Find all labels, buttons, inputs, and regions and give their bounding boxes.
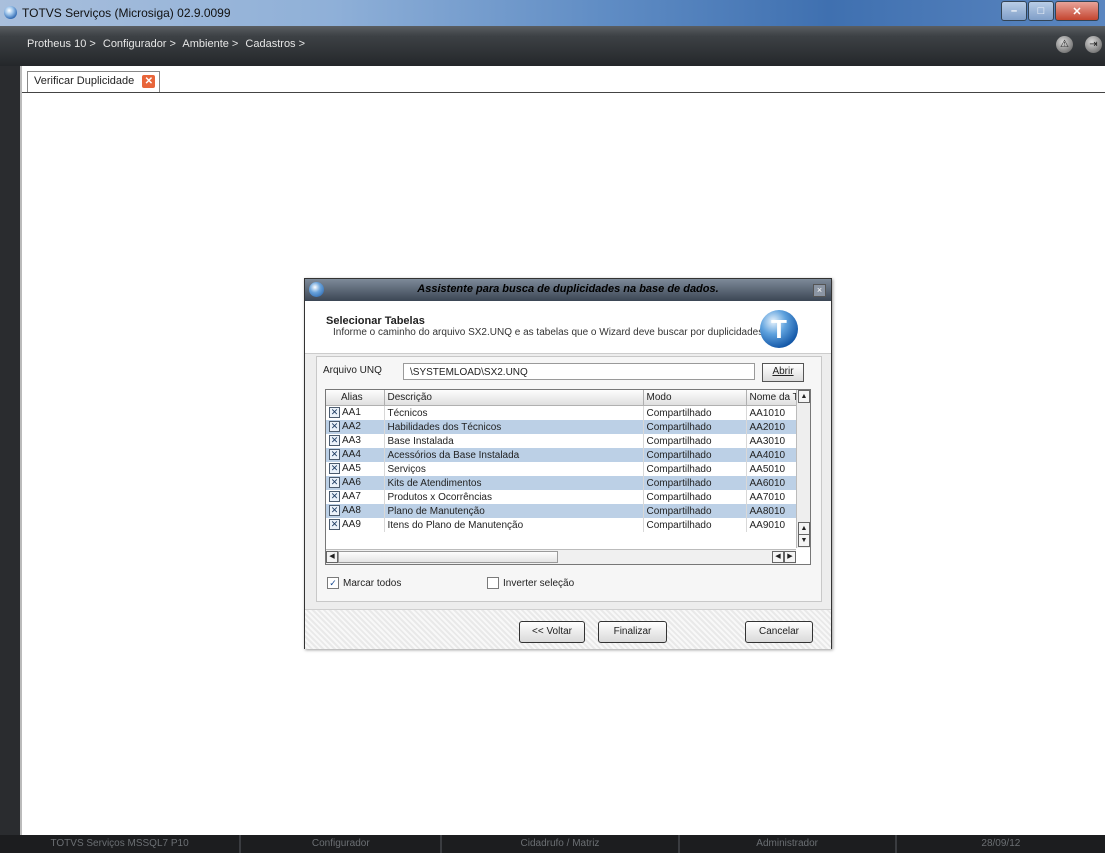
- dialog-footer: << Voltar Finalizar Cancelar: [305, 609, 831, 649]
- row-checkbox[interactable]: ✕: [329, 491, 340, 503]
- table-row[interactable]: ✕ AA5 Serviços Compartilhado AA5010: [326, 462, 797, 476]
- status-user: Administrador: [680, 835, 897, 853]
- tab-label: Verificar Duplicidade: [34, 75, 135, 87]
- row-checkbox[interactable]: ✕: [329, 519, 340, 531]
- arquivo-unq-input[interactable]: \SYSTEMLOAD\SX2.UNQ: [403, 363, 755, 380]
- horizontal-scroll-thumb[interactable]: [338, 551, 558, 563]
- maximize-button[interactable]: □: [1028, 1, 1054, 21]
- row-checkbox[interactable]: ✕: [329, 505, 340, 517]
- cancelar-button[interactable]: Cancelar: [745, 621, 813, 643]
- column-header-descricao[interactable]: Descrição: [384, 390, 644, 406]
- marcar-todos-option[interactable]: ✓ Marcar todos: [327, 577, 401, 589]
- row-checkbox[interactable]: ✕: [329, 407, 340, 419]
- inverter-selecao-label: Inverter seleção: [503, 577, 575, 589]
- left-panel-strip: [0, 66, 20, 835]
- inverter-selecao-checkbox[interactable]: [487, 577, 499, 589]
- dialog-title: Assistente para busca de duplicidades na…: [417, 283, 719, 295]
- column-header-alias[interactable]: Alias: [326, 390, 385, 406]
- step-description: Informe o caminho do arquivo SX2.UNQ e a…: [333, 327, 767, 338]
- row-checkbox[interactable]: ✕: [329, 421, 340, 433]
- breadcrumb-configurador[interactable]: Configurador >: [103, 38, 176, 50]
- vertical-scrollbar[interactable]: ▲ ▲ ▼: [796, 390, 810, 548]
- status-date: 28/09/12: [981, 838, 1021, 849]
- alert-icon[interactable]: ⚠: [1056, 36, 1073, 53]
- row-checkbox[interactable]: ✕: [329, 463, 340, 475]
- inverter-selecao-option[interactable]: Inverter seleção: [487, 577, 574, 589]
- status-company: Cidadrufo / Matriz: [442, 835, 680, 853]
- finalizar-button[interactable]: Finalizar: [598, 621, 667, 643]
- table-row[interactable]: ✕ AA3 Base Instalada Compartilhado AA3010: [326, 434, 797, 448]
- horizontal-scrollbar[interactable]: ◀ ◀ ▶: [326, 549, 796, 564]
- dialog-close-button[interactable]: ×: [813, 284, 826, 297]
- table-row[interactable]: ✕ AA4 Acessórios da Base Instalada Compart…: [326, 448, 797, 462]
- tab-bar: Verificar Duplicidade ✕: [22, 66, 1105, 93]
- status-bar: TOTVS Serviços MSSQL7 P10 Configurador C…: [0, 835, 1105, 853]
- tab-verificar-duplicidade[interactable]: Verificar Duplicidade ✕: [27, 71, 161, 92]
- scroll-down-arrow-icon[interactable]: ▼: [798, 534, 810, 547]
- window-title: TOTVS Serviços (Microsiga) 02.9.0099: [22, 6, 231, 20]
- status-module: Configurador: [241, 835, 443, 853]
- table-row[interactable]: ✕ AA2 Habilidades dos Técnicos Compartilha…: [326, 420, 797, 434]
- table-row[interactable]: ✕ AA6 Kits de Atendimentos Compartilhado AA…: [326, 476, 797, 490]
- column-header-nome[interactable]: Nome da T: [746, 390, 797, 406]
- marcar-todos-label: Marcar todos: [343, 577, 402, 589]
- row-checkbox[interactable]: ✕: [329, 477, 340, 489]
- wizard-dialog: Assistente para busca de duplicidades na…: [304, 278, 832, 649]
- table-row[interactable]: ✕ AA9 Itens do Plano de Manutenção Compart…: [326, 518, 797, 532]
- breadcrumb-protheus[interactable]: Protheus 10 >: [27, 38, 96, 50]
- table-row[interactable]: ✕ AA7 Produtos x Ocorrências Compartilhado…: [326, 490, 797, 504]
- table-row[interactable]: ✕ AA1 Técnicos Compartilhado AA1010: [326, 405, 797, 420]
- tables-grid: Alias Descrição Modo Nome da T ✕ AA1 Técn…: [325, 389, 811, 565]
- row-checkbox[interactable]: ✕: [329, 449, 340, 461]
- exit-icon[interactable]: ⇥: [1085, 36, 1102, 53]
- abrir-button[interactable]: Abrir: [762, 363, 804, 382]
- marcar-todos-checkbox[interactable]: ✓: [327, 577, 339, 589]
- app-logo-icon: [4, 6, 17, 19]
- dialog-header: Selecionar Tabelas Informe o caminho do …: [305, 301, 831, 354]
- step-title: Selecionar Tabelas: [326, 315, 425, 327]
- row-checkbox[interactable]: ✕: [329, 435, 340, 447]
- arquivo-unq-label: Arquivo UNQ: [323, 365, 382, 376]
- scroll-left-arrow-icon[interactable]: ◀: [326, 551, 338, 563]
- close-tab-icon[interactable]: ✕: [142, 75, 156, 88]
- left-panel-divider: [20, 66, 22, 835]
- breadcrumb-cadastros[interactable]: Cadastros >: [245, 38, 305, 50]
- breadcrumb: Protheus 10 > Configurador > Ambiente > …: [27, 38, 309, 50]
- scroll-left-arrow-icon[interactable]: ◀: [772, 551, 784, 563]
- voltar-button[interactable]: << Voltar: [519, 621, 585, 643]
- breadcrumb-ambiente[interactable]: Ambiente >: [182, 38, 238, 50]
- status-environment: TOTVS Serviços MSSQL7 P10: [0, 835, 242, 853]
- minimize-button[interactable]: –: [1001, 1, 1027, 21]
- menu-bar: Protheus 10 > Configurador > Ambiente > …: [0, 26, 1105, 66]
- table-row[interactable]: ✕ AA8 Plano de Manutenção Compartilhado AA8…: [326, 504, 797, 518]
- totvs-logo-icon: T: [760, 310, 798, 348]
- scroll-right-arrow-icon[interactable]: ▶: [784, 551, 796, 563]
- scroll-up-arrow-icon[interactable]: ▲: [798, 390, 810, 403]
- window-titlebar: TOTVS Serviços (Microsiga) 02.9.0099 – □…: [0, 0, 1105, 26]
- dialog-titlebar: Assistente para busca de duplicidades na…: [305, 279, 831, 301]
- dialog-content-panel: Arquivo UNQ \SYSTEMLOAD\SX2.UNQ Abrir Al…: [316, 356, 822, 602]
- column-header-modo[interactable]: Modo: [643, 390, 747, 406]
- close-window-button[interactable]: ✕: [1055, 1, 1099, 21]
